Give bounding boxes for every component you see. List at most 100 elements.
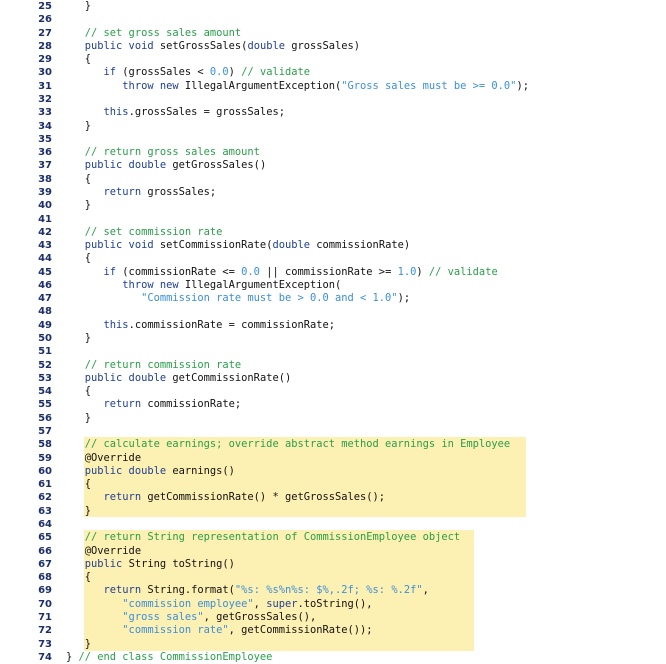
code-text: } // end class CommissionEmployee (66, 651, 272, 664)
code-text: this.commissionRate = commissionRate; (66, 319, 335, 332)
code-text: if (commissionRate <= 0.0 || commissionR… (66, 266, 498, 279)
code-token: getGrossSales() (172, 159, 267, 172)
code-token: @Override (66, 451, 142, 464)
code-token: String.format( (141, 584, 235, 597)
code-text: this.grossSales = grossSales; (66, 106, 285, 119)
comment-token: // return String representation of Commi… (66, 531, 461, 544)
keyword-token: public double (66, 371, 173, 384)
comment-token: // set gross sales amount (66, 26, 242, 39)
code-token: , getCommissionRate()); (228, 624, 373, 637)
line-number: 31 (38, 80, 52, 92)
line-number: 59 (38, 452, 52, 464)
keyword-token: public double (66, 464, 173, 477)
code-token: grossSales) (284, 39, 361, 52)
code-text: { (66, 173, 91, 186)
line-number: 64 (38, 518, 52, 530)
code-text: public double getCommissionRate() (66, 372, 291, 385)
line-number: 55 (38, 399, 52, 411)
code-token: { (66, 252, 92, 265)
code-token: getCommissionRate() (172, 371, 292, 384)
code-text: public double earnings() (66, 465, 235, 478)
keyword-token: public (66, 557, 123, 570)
code-token: { (66, 172, 92, 185)
code-text: { (66, 385, 91, 398)
line-number: 66 (38, 545, 52, 557)
code-token: } (66, 637, 92, 650)
code-token: { (66, 478, 92, 491)
code-token: .grossSales = grossSales; (128, 106, 285, 119)
code-token: getCommissionRate() * getGrossSales(); (141, 491, 386, 504)
comment-token: // set commission rate (66, 225, 223, 238)
line-number: 41 (38, 213, 52, 225)
line-number: 54 (38, 386, 52, 398)
code-token: grossSales; (141, 185, 217, 198)
code-token: commissionRate; (141, 398, 242, 411)
line-number: 32 (38, 93, 52, 105)
line-number: 27 (38, 27, 52, 39)
line-number: 39 (38, 186, 52, 198)
code-text: { (66, 571, 91, 584)
comment-token: // calculate earnings; override abstract… (66, 438, 511, 451)
string-token: "%s: %s%n%s: $%,.2f; %s: %.2f" (234, 584, 423, 597)
code-text: } (66, 505, 91, 518)
line-number: 72 (38, 625, 52, 637)
code-token: { (66, 53, 92, 66)
code-token: } (66, 119, 92, 132)
line-number: 38 (38, 173, 52, 185)
line-number: 69 (38, 585, 52, 597)
line-number: 45 (38, 266, 52, 278)
code-token: } (66, 411, 92, 424)
code-text: } (66, 199, 91, 212)
line-number: 74 (38, 651, 52, 663)
code-text: // return String representation of Commi… (66, 531, 460, 544)
line-number: 60 (38, 465, 52, 477)
code-token: ); (516, 79, 529, 92)
keyword-token: throw new (66, 278, 179, 291)
code-text: return commissionRate; (66, 398, 242, 411)
line-number: 37 (38, 160, 52, 172)
code-token: , (253, 597, 267, 610)
code-text: "Commission rate must be > 0.0 and < 1.0… (66, 292, 410, 305)
code-text: @Override (66, 545, 141, 558)
keyword-token: public void (66, 39, 160, 52)
line-number: 56 (38, 412, 52, 424)
code-token: { (66, 385, 92, 398)
string-token: "gross sales" (66, 610, 204, 623)
code-text: throw new IllegalArgumentException( (66, 279, 341, 292)
code-text: "commission rate", getCommissionRate()); (66, 624, 373, 637)
code-text: { (66, 478, 91, 491)
line-number: 30 (38, 67, 52, 79)
line-number: 50 (38, 333, 52, 345)
keyword-token: public double (66, 159, 173, 172)
line-number: 52 (38, 359, 52, 371)
comment-token: // return gross sales amount (66, 146, 260, 159)
keyword-token: return (66, 185, 142, 198)
code-token: , (422, 584, 429, 597)
keyword-token: double (247, 39, 285, 52)
line-number: 68 (38, 572, 52, 584)
code-text: } (66, 332, 91, 345)
line-number: 26 (38, 14, 52, 26)
code-text: // calculate earnings; override abstract… (66, 438, 510, 451)
line-number: 70 (38, 598, 52, 610)
code-text: @Override (66, 452, 141, 465)
code-text: } (66, 412, 91, 425)
code-token: ); (397, 292, 411, 305)
code-text: { (66, 53, 91, 66)
keyword-token: return (66, 398, 142, 411)
line-number: 48 (38, 306, 52, 318)
code-token: String toString() (122, 557, 235, 570)
line-number: 29 (38, 54, 52, 66)
code-text: "gross sales", getGrossSales(), (66, 611, 316, 624)
keyword-token: if (66, 265, 117, 278)
code-text: // set commission rate (66, 225, 223, 239)
keyword-token: return (66, 584, 142, 597)
code-token: IllegalArgumentException( (178, 278, 342, 291)
line-number: 47 (38, 293, 52, 305)
code-token: } (66, 332, 92, 345)
line-number: 28 (38, 40, 52, 52)
line-number: 42 (38, 226, 52, 238)
code-text: } (66, 120, 91, 133)
keyword-token: public void (66, 239, 160, 252)
code-token: } (66, 504, 92, 517)
